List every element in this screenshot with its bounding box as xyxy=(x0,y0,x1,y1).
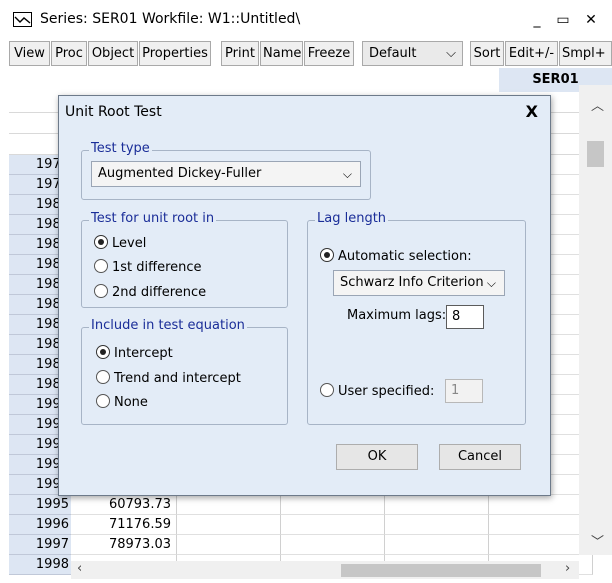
automatic-selection-label: Automatic selection: xyxy=(338,249,472,264)
cancel-button[interactable]: Cancel xyxy=(439,444,521,470)
radio-level-label: Level xyxy=(112,236,147,251)
test-type-group: Test type Augmented Dickey-Fuller ⌵ xyxy=(81,141,371,200)
view-mode-dropdown[interactable]: Default ⌵ xyxy=(362,41,463,66)
series-icon xyxy=(13,12,32,27)
criterion-value: Schwarz Info Criterion xyxy=(340,275,484,290)
row-label: 1998 xyxy=(9,555,71,575)
row-label: 1995 xyxy=(9,495,71,515)
horizontal-scroll-thumb[interactable] xyxy=(341,564,541,577)
empty-cell[interactable] xyxy=(385,495,489,515)
row-label: 1996 xyxy=(9,515,71,535)
series-value-cell[interactable]: 78973.03 xyxy=(71,535,177,555)
toolbar: View Proc Object Properties Print Name F… xyxy=(9,41,612,67)
radio-user-specified[interactable]: User specified: xyxy=(320,383,434,401)
sort-button[interactable]: Sort xyxy=(470,41,504,66)
table-row: 1995 60793.73 xyxy=(9,495,612,515)
lag-length-label: Lag length xyxy=(315,211,389,226)
empty-cell[interactable] xyxy=(385,515,489,535)
include-label: Include in test equation xyxy=(89,318,247,333)
radio-none[interactable]: None xyxy=(96,394,148,412)
dialog-title: Unit Root Test xyxy=(65,104,162,120)
lag-length-group: Lag length Automatic selection: Schwarz … xyxy=(307,211,526,425)
radio-unselected-icon xyxy=(94,284,108,298)
close-window-button[interactable]: ✕ xyxy=(580,9,602,31)
radio-selected-icon xyxy=(96,345,110,359)
radio-unselected-icon xyxy=(96,394,110,408)
ok-button[interactable]: OK xyxy=(336,444,418,470)
radio-unselected-icon xyxy=(94,259,108,273)
maximum-lags-label: Maximum lags: xyxy=(347,308,447,323)
radio-1st-difference-label: 1st difference xyxy=(112,260,202,275)
unit-root-in-label: Test for unit root in xyxy=(89,211,217,226)
scroll-up-icon[interactable]: ︿ xyxy=(591,95,604,114)
radio-selected-icon xyxy=(320,248,334,262)
object-button[interactable]: Object xyxy=(88,41,138,66)
properties-button[interactable]: Properties xyxy=(139,41,211,66)
edit-button[interactable]: Edit+/- xyxy=(505,41,558,66)
radio-intercept-label: Intercept xyxy=(114,346,173,361)
horizontal-scrollbar[interactable]: ‹ › xyxy=(71,561,579,579)
empty-cell[interactable] xyxy=(489,535,593,555)
vertical-scrollbar[interactable]: ︿ ﹀ xyxy=(579,85,612,555)
vertical-scroll-thumb[interactable] xyxy=(587,141,604,167)
chevron-down-icon: ⌵ xyxy=(486,276,496,290)
table-row: 1997 78973.03 xyxy=(9,535,612,555)
chevron-down-icon: ⌵ xyxy=(342,167,352,181)
test-type-dropdown[interactable]: Augmented Dickey-Fuller ⌵ xyxy=(91,161,361,187)
freeze-button[interactable]: Freeze xyxy=(304,41,354,66)
chevron-down-icon: ⌵ xyxy=(446,46,456,61)
unit-root-test-dialog: Unit Root Test X Test type Augmented Dic… xyxy=(58,95,551,496)
test-type-label: Test type xyxy=(89,141,152,156)
series-value-cell[interactable]: 71176.59 xyxy=(71,515,177,535)
smpl-button[interactable]: Smpl+ xyxy=(559,41,612,66)
empty-cell[interactable] xyxy=(281,535,385,555)
empty-cell[interactable] xyxy=(281,495,385,515)
scroll-down-icon[interactable]: ﹀ xyxy=(591,531,604,550)
series-value-cell[interactable]: 60793.73 xyxy=(71,495,177,515)
scroll-left-icon[interactable]: ‹ xyxy=(77,561,82,576)
title-bar: Series: SER01 Workfile: W1::Untitled\ _ … xyxy=(0,0,612,40)
empty-cell[interactable] xyxy=(177,515,281,535)
unit-root-in-group: Test for unit root in Level 1st differen… xyxy=(81,211,288,308)
close-icon[interactable]: X xyxy=(526,102,538,121)
name-button[interactable]: Name xyxy=(260,41,303,66)
empty-cell[interactable] xyxy=(385,535,489,555)
row-label: 1997 xyxy=(9,535,71,555)
print-button[interactable]: Print xyxy=(221,41,259,66)
maximize-button[interactable]: ▭ xyxy=(552,9,574,31)
radio-unselected-icon xyxy=(320,383,334,397)
radio-selected-icon xyxy=(94,235,108,249)
proc-button[interactable]: Proc xyxy=(51,41,87,66)
empty-cell[interactable] xyxy=(489,495,593,515)
window-title: Series: SER01 Workfile: W1::Untitled\ xyxy=(40,11,301,27)
test-type-value: Augmented Dickey-Fuller xyxy=(98,166,262,181)
radio-2nd-difference[interactable]: 2nd difference xyxy=(94,284,206,302)
empty-cell[interactable] xyxy=(177,535,281,555)
maximum-lags-input[interactable]: 8 xyxy=(446,305,484,329)
table-row: 1996 71176.59 xyxy=(9,515,612,535)
empty-cell[interactable] xyxy=(281,515,385,535)
radio-level[interactable]: Level xyxy=(94,235,146,253)
radio-unselected-icon xyxy=(96,370,110,384)
radio-none-label: None xyxy=(114,395,148,410)
view-mode-value: Default xyxy=(369,46,417,61)
scroll-right-icon[interactable]: › xyxy=(565,561,570,576)
criterion-dropdown[interactable]: Schwarz Info Criterion ⌵ xyxy=(333,270,505,296)
radio-2nd-difference-label: 2nd difference xyxy=(112,285,207,300)
empty-cell[interactable] xyxy=(177,495,281,515)
view-button[interactable]: View xyxy=(9,41,50,66)
radio-trend-and-intercept[interactable]: Trend and intercept xyxy=(96,370,241,388)
radio-trend-and-intercept-label: Trend and intercept xyxy=(114,371,241,386)
radio-automatic-selection[interactable]: Automatic selection: xyxy=(320,248,472,266)
user-specified-lags-input[interactable]: 1 xyxy=(445,379,483,403)
empty-cell[interactable] xyxy=(489,515,593,535)
radio-intercept[interactable]: Intercept xyxy=(96,345,173,363)
user-specified-label: User specified: xyxy=(338,384,435,399)
minimize-button[interactable]: _ xyxy=(526,9,548,31)
column-header-row: SER01 xyxy=(9,67,612,92)
radio-1st-difference[interactable]: 1st difference xyxy=(94,259,202,277)
include-group: Include in test equation Intercept Trend… xyxy=(81,318,288,425)
